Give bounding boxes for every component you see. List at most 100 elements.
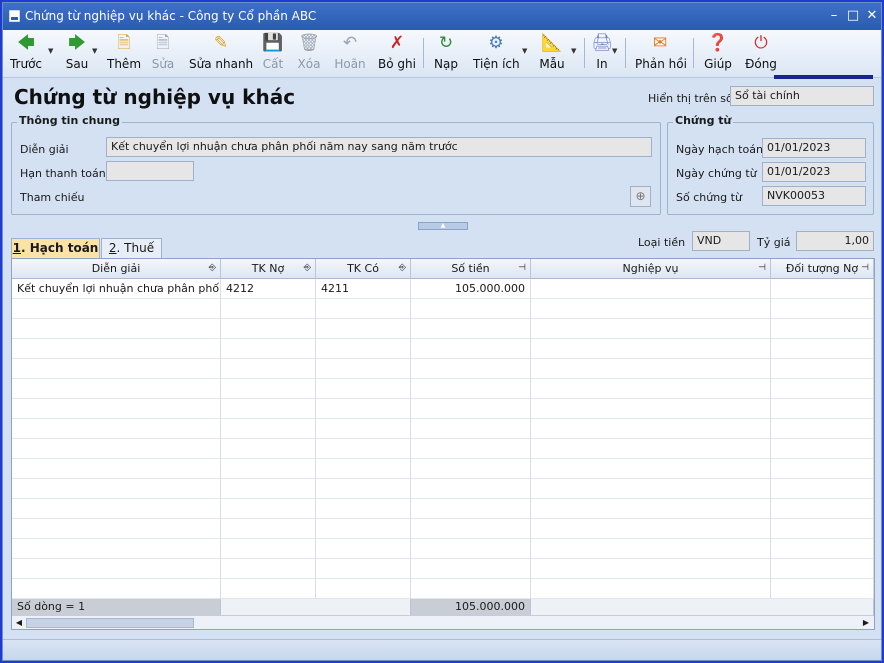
- empty-cell[interactable]: [221, 459, 316, 479]
- empty-cell[interactable]: [531, 379, 771, 399]
- empty-cell[interactable]: [411, 499, 531, 519]
- empty-cell[interactable]: [316, 499, 411, 519]
- empty-cell[interactable]: [411, 559, 531, 579]
- empty-cell[interactable]: [12, 399, 221, 419]
- pin-icon[interactable]: ⊣: [758, 259, 766, 278]
- cell-so-tien[interactable]: 105.000.000: [411, 279, 531, 299]
- empty-cell[interactable]: [221, 399, 316, 419]
- empty-cell[interactable]: [316, 339, 411, 359]
- empty-cell[interactable]: [771, 579, 874, 599]
- empty-cell[interactable]: [12, 299, 221, 319]
- empty-cell[interactable]: [12, 559, 221, 579]
- pin-icon[interactable]: ⎆: [304, 259, 311, 278]
- empty-cell[interactable]: [316, 359, 411, 379]
- empty-cell[interactable]: [531, 519, 771, 539]
- column-header-so-tien[interactable]: Số tiền ⊣: [411, 259, 531, 279]
- empty-cell[interactable]: [411, 579, 531, 599]
- empty-cell[interactable]: [12, 419, 221, 439]
- hoan-button[interactable]: ↶ Hoãn: [333, 33, 367, 75]
- empty-cell[interactable]: [531, 339, 771, 359]
- empty-cell[interactable]: [221, 539, 316, 559]
- tab-thue[interactable]: 2. Thuế: [101, 238, 162, 258]
- empty-cell[interactable]: [221, 559, 316, 579]
- horizontal-scrollbar[interactable]: ◀ ▶: [12, 615, 874, 629]
- empty-cell[interactable]: [411, 459, 531, 479]
- empty-cell[interactable]: [221, 379, 316, 399]
- empty-cell[interactable]: [316, 439, 411, 459]
- empty-cell[interactable]: [531, 579, 771, 599]
- empty-cell[interactable]: [531, 459, 771, 479]
- nap-button[interactable]: ↻ Nạp: [433, 33, 459, 75]
- ngay-hach-toan-field[interactable]: 01/01/2023: [762, 138, 866, 158]
- xoa-button[interactable]: 🗑 Xóa: [295, 33, 323, 75]
- empty-cell[interactable]: [12, 439, 221, 459]
- cell-doi-tuong-no[interactable]: [771, 279, 874, 299]
- empty-cell[interactable]: [221, 579, 316, 599]
- loai-tien-select[interactable]: VND: [692, 231, 750, 251]
- empty-cell[interactable]: [221, 359, 316, 379]
- column-header-tk-co[interactable]: TK Có ⎆: [316, 259, 411, 279]
- hien-thi-select[interactable]: Sổ tài chính: [730, 86, 874, 106]
- pin-icon[interactable]: ⎆: [209, 259, 216, 278]
- phan-hoi-button[interactable]: ✉ Phản hồi: [635, 33, 687, 75]
- scroll-left-icon[interactable]: ◀: [13, 617, 25, 629]
- empty-cell[interactable]: [411, 439, 531, 459]
- column-header-tk-no[interactable]: TK Nợ ⎆: [221, 259, 316, 279]
- in-button[interactable]: 🖨 In: [591, 33, 613, 75]
- empty-cell[interactable]: [316, 579, 411, 599]
- empty-cell[interactable]: [771, 359, 874, 379]
- column-header-nghiep-vu[interactable]: Nghiệp vụ ⊣: [531, 259, 771, 279]
- maximize-button[interactable]: □: [844, 8, 862, 24]
- empty-cell[interactable]: [12, 519, 221, 539]
- cell-nghiep-vu[interactable]: [531, 279, 771, 299]
- empty-cell[interactable]: [316, 319, 411, 339]
- empty-cell[interactable]: [531, 299, 771, 319]
- empty-cell[interactable]: [221, 499, 316, 519]
- empty-cell[interactable]: [531, 439, 771, 459]
- empty-cell[interactable]: [411, 319, 531, 339]
- dong-button[interactable]: ⏻ Đóng: [744, 33, 778, 75]
- cat-button[interactable]: 💾 Cất: [260, 33, 286, 75]
- empty-cell[interactable]: [531, 479, 771, 499]
- column-header-doi-tuong-no[interactable]: Đối tượng Nợ ⊣: [771, 259, 874, 279]
- empty-cell[interactable]: [316, 419, 411, 439]
- empty-cell[interactable]: [771, 499, 874, 519]
- han-thanh-toan-field[interactable]: [106, 161, 194, 181]
- empty-cell[interactable]: [411, 519, 531, 539]
- tham-chieu-button[interactable]: ⊕: [630, 186, 651, 207]
- empty-cell[interactable]: [771, 479, 874, 499]
- empty-cell[interactable]: [531, 559, 771, 579]
- empty-cell[interactable]: [12, 579, 221, 599]
- empty-cell[interactable]: [771, 379, 874, 399]
- bo-ghi-button[interactable]: ✗ Bỏ ghi: [378, 33, 416, 75]
- empty-cell[interactable]: [411, 419, 531, 439]
- empty-cell[interactable]: [771, 419, 874, 439]
- mau-dropdown-icon[interactable]: ▼: [571, 47, 576, 55]
- sua-nhanh-button[interactable]: ✎ Sửa nhanh: [189, 33, 253, 75]
- giup-button[interactable]: ❓ Giúp: [703, 33, 733, 75]
- truoc-button[interactable]: 🡄 Trước: [7, 33, 45, 75]
- empty-cell[interactable]: [771, 399, 874, 419]
- empty-cell[interactable]: [771, 539, 874, 559]
- pin-icon[interactable]: ⊣: [518, 259, 526, 278]
- empty-cell[interactable]: [411, 479, 531, 499]
- empty-cell[interactable]: [316, 399, 411, 419]
- minimize-button[interactable]: –: [825, 8, 843, 24]
- sau-dropdown-icon[interactable]: ▼: [92, 47, 97, 55]
- empty-cell[interactable]: [221, 319, 316, 339]
- pin-icon[interactable]: ⊣: [861, 259, 869, 278]
- empty-cell[interactable]: [221, 439, 316, 459]
- empty-cell[interactable]: [771, 519, 874, 539]
- empty-cell[interactable]: [12, 339, 221, 359]
- sua-button[interactable]: 🗎 Sửa: [149, 33, 177, 75]
- empty-cell[interactable]: [771, 339, 874, 359]
- cell-tk-co[interactable]: 4211: [316, 279, 411, 299]
- empty-cell[interactable]: [771, 559, 874, 579]
- empty-cell[interactable]: [411, 339, 531, 359]
- empty-cell[interactable]: [221, 519, 316, 539]
- empty-cell[interactable]: [411, 299, 531, 319]
- empty-cell[interactable]: [221, 339, 316, 359]
- empty-cell[interactable]: [12, 499, 221, 519]
- sau-button[interactable]: 🡆 Sau: [59, 33, 95, 75]
- empty-cell[interactable]: [221, 299, 316, 319]
